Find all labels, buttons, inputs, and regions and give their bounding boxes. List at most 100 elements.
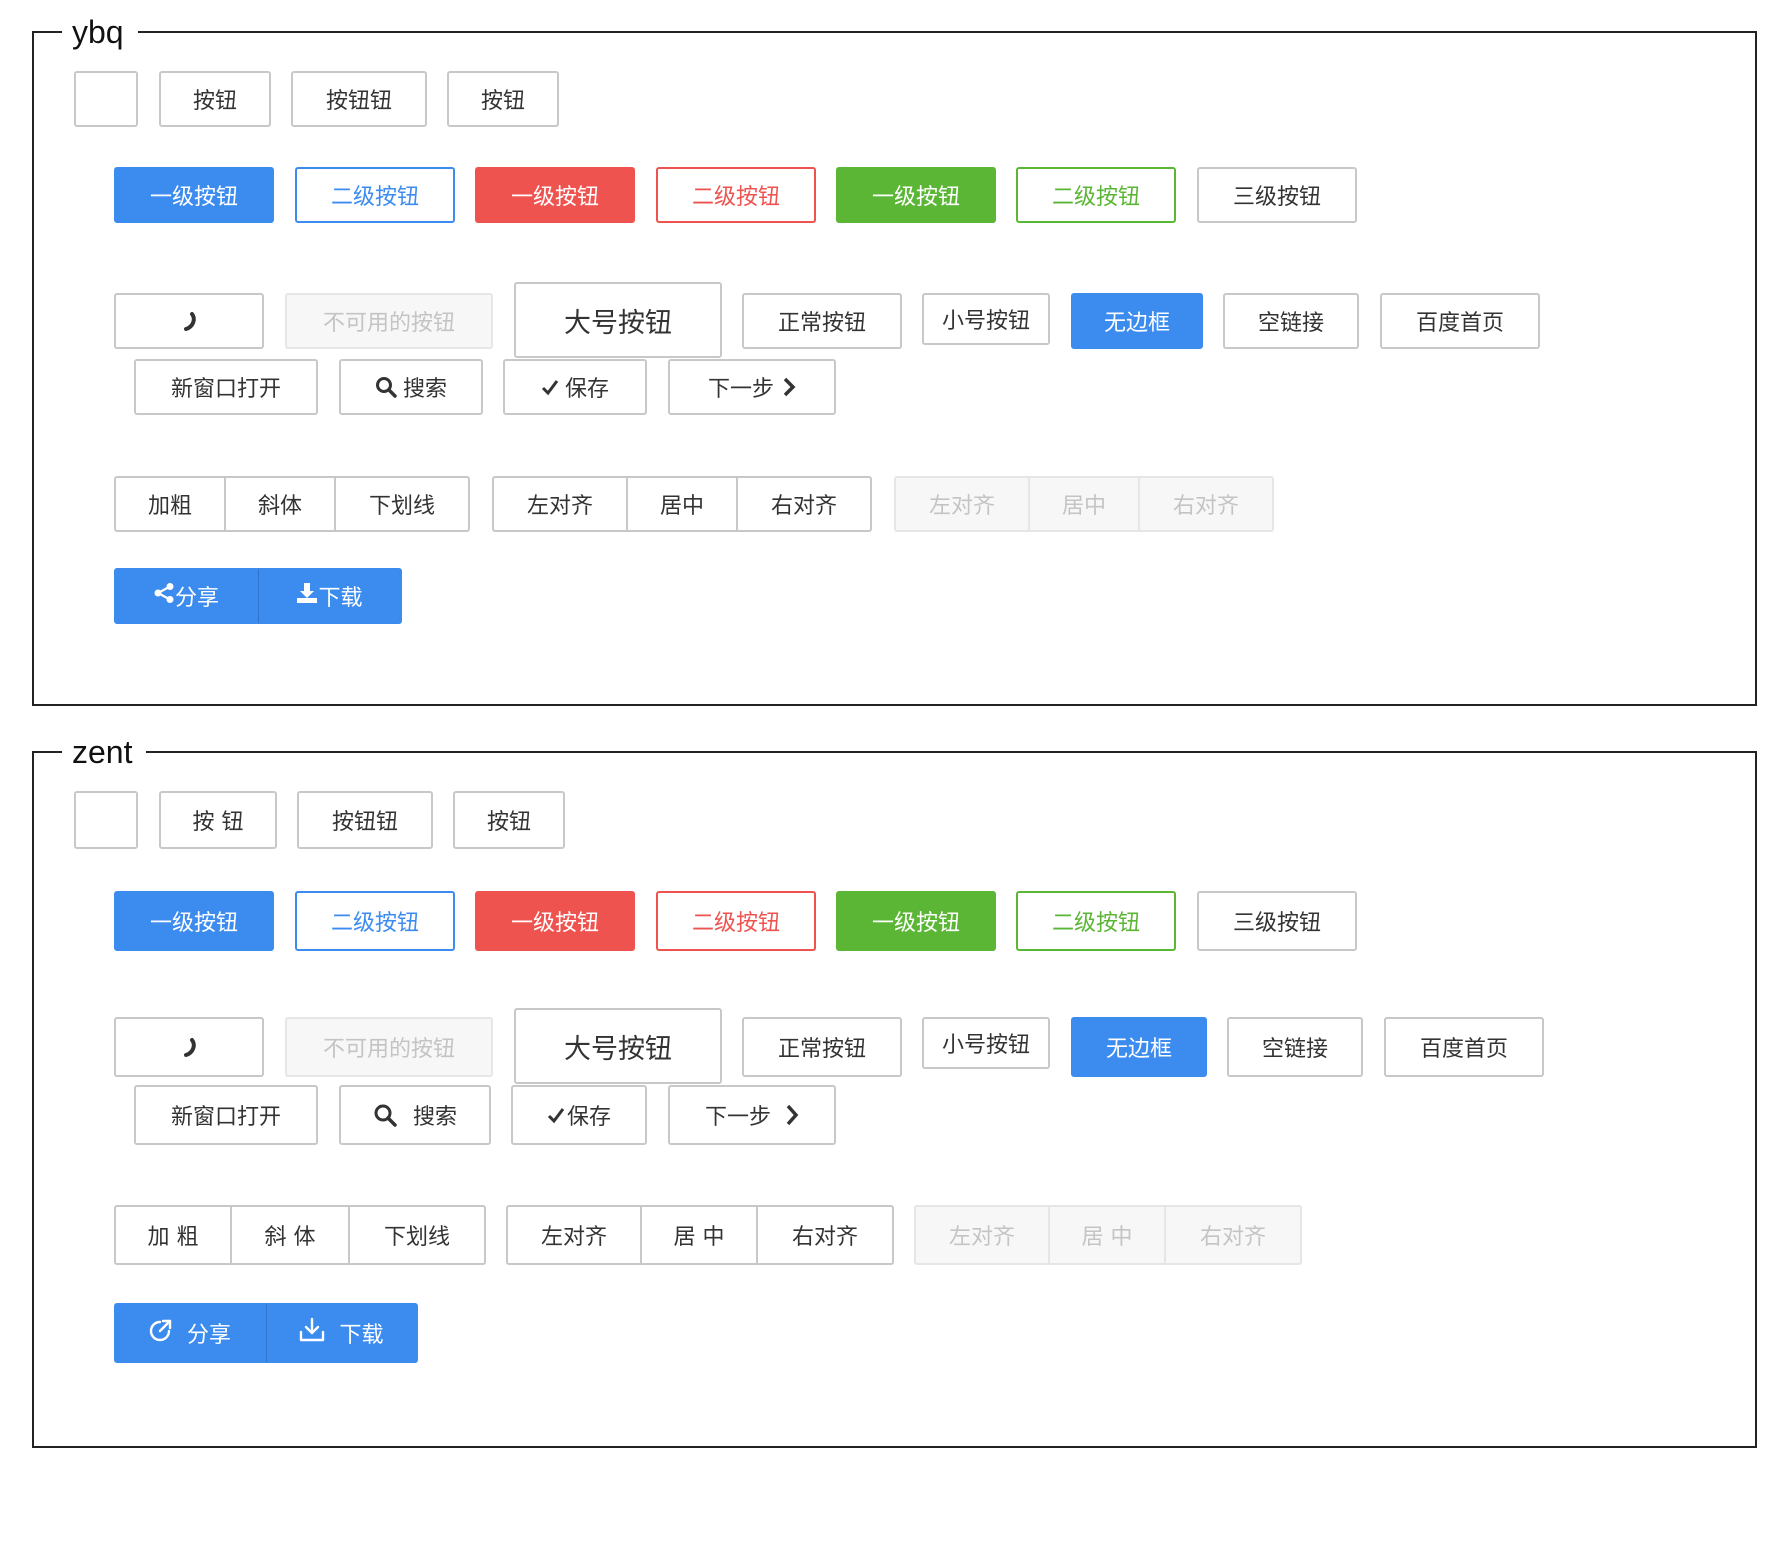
borderless-button[interactable]: 无边框 — [1071, 293, 1203, 349]
search-label: 搜索 — [412, 1105, 457, 1130]
save-button[interactable]: 保存 — [503, 359, 647, 415]
button-basic-2[interactable]: 按钮 — [447, 71, 559, 127]
download-icon — [296, 582, 318, 610]
external-share-icon — [149, 1318, 173, 1348]
save-label: 保存 — [564, 377, 609, 402]
search-button[interactable]: 搜索 — [339, 1085, 491, 1145]
primary-red-button[interactable]: 一级按钮 — [475, 167, 635, 223]
share-download-group: 分享 下载 — [114, 568, 402, 624]
empty-button[interactable] — [74, 71, 138, 127]
align-right-button-disabled[interactable]: 右对齐 — [1140, 476, 1274, 532]
secondary-green-button[interactable]: 二级按钮 — [1016, 167, 1176, 223]
spinner-icon — [179, 310, 199, 332]
tertiary-button[interactable]: 三级按钮 — [1197, 891, 1357, 951]
next-step-button[interactable]: 下一步 — [668, 359, 836, 415]
baidu-home-button[interactable]: 百度首页 — [1380, 293, 1540, 349]
align-right-button[interactable]: 右对齐 — [738, 476, 872, 532]
share-button[interactable]: 分享 — [114, 1303, 266, 1363]
align-button-group-disabled: 左对齐 居 中 右对齐 — [914, 1205, 1302, 1265]
primary-green-button[interactable]: 一级按钮 — [836, 167, 996, 223]
check-icon — [547, 1106, 565, 1124]
button-basic-2[interactable]: 按钮 — [453, 791, 565, 849]
chevron-right-icon — [785, 1104, 799, 1126]
download-button[interactable]: 下载 — [258, 568, 402, 624]
button-basic[interactable]: 按 钮 — [159, 791, 277, 849]
align-center-button[interactable]: 居 中 — [642, 1205, 758, 1265]
save-button[interactable]: 保存 — [511, 1085, 647, 1145]
secondary-red-button[interactable]: 二级按钮 — [656, 891, 816, 951]
secondary-blue-button[interactable]: 二级按钮 — [295, 167, 455, 223]
small-button[interactable]: 小号按钮 — [922, 1017, 1050, 1069]
download-tray-icon — [299, 1317, 325, 1349]
chevron-right-icon — [782, 377, 796, 397]
underline-button[interactable]: 下划线 — [350, 1205, 486, 1265]
borderless-button[interactable]: 无边框 — [1071, 1017, 1207, 1077]
small-button[interactable]: 小号按钮 — [922, 293, 1050, 345]
secondary-red-button[interactable]: 二级按钮 — [656, 167, 816, 223]
empty-link-button[interactable]: 空链接 — [1227, 1017, 1363, 1077]
secondary-blue-button[interactable]: 二级按钮 — [295, 891, 455, 951]
section-title: zent — [72, 734, 133, 770]
normal-button[interactable]: 正常按钮 — [742, 293, 902, 349]
download-button[interactable]: 下载 — [266, 1303, 418, 1363]
spinner-icon — [179, 1036, 199, 1058]
align-center-button[interactable]: 居中 — [628, 476, 738, 532]
empty-link-button[interactable]: 空链接 — [1223, 293, 1359, 349]
primary-red-button[interactable]: 一级按钮 — [475, 891, 635, 951]
next-label: 下一步 — [707, 377, 774, 402]
align-right-button[interactable]: 右对齐 — [758, 1205, 894, 1265]
share-download-group: 分享 下载 — [114, 1303, 418, 1363]
align-left-button[interactable]: 左对齐 — [506, 1205, 642, 1265]
button-basic-long[interactable]: 按钮钮 — [297, 791, 433, 849]
next-step-button[interactable]: 下一步 — [668, 1085, 836, 1145]
align-center-button-disabled[interactable]: 居中 — [1030, 476, 1140, 532]
empty-button[interactable] — [74, 791, 138, 849]
share-icon — [153, 582, 175, 610]
ybq-buttons: 按钮 按钮钮 按钮 一级按钮 二级按钮 一级按钮 二级按钮 一级按钮 二级按钮 … — [0, 0, 1782, 720]
primary-blue-button[interactable]: 一级按钮 — [114, 891, 274, 951]
search-button[interactable]: 搜索 — [339, 359, 483, 415]
align-button-group-disabled: 左对齐 居中 右对齐 — [894, 476, 1274, 532]
align-button-group: 左对齐 居中 右对齐 — [492, 476, 872, 532]
baidu-home-button[interactable]: 百度首页 — [1384, 1017, 1544, 1077]
search-label: 搜索 — [402, 377, 447, 402]
large-button[interactable]: 大号按钮 — [514, 282, 722, 358]
underline-button[interactable]: 下划线 — [336, 476, 470, 532]
tertiary-button[interactable]: 三级按钮 — [1197, 167, 1357, 223]
bold-button[interactable]: 加 粗 — [114, 1205, 232, 1265]
italic-button[interactable]: 斜 体 — [232, 1205, 350, 1265]
bold-button[interactable]: 加粗 — [114, 476, 226, 532]
loading-button[interactable] — [114, 293, 264, 349]
align-left-button-disabled[interactable]: 左对齐 — [914, 1205, 1050, 1265]
disabled-button[interactable]: 不可用的按钮 — [285, 293, 493, 349]
new-window-button[interactable]: 新窗口打开 — [134, 359, 318, 415]
search-icon — [373, 1103, 397, 1127]
button-basic[interactable]: 按钮 — [159, 71, 271, 127]
secondary-green-button[interactable]: 二级按钮 — [1016, 891, 1176, 951]
button-basic-long[interactable]: 按钮钮 — [291, 71, 427, 127]
normal-button[interactable]: 正常按钮 — [742, 1017, 902, 1077]
align-button-group: 左对齐 居 中 右对齐 — [506, 1205, 894, 1265]
primary-green-button[interactable]: 一级按钮 — [836, 891, 996, 951]
align-left-button[interactable]: 左对齐 — [492, 476, 628, 532]
align-left-button-disabled[interactable]: 左对齐 — [894, 476, 1030, 532]
save-label: 保存 — [566, 1105, 611, 1130]
download-label: 下载 — [339, 1323, 384, 1348]
italic-button[interactable]: 斜体 — [226, 476, 336, 532]
align-center-button-disabled[interactable]: 居 中 — [1050, 1205, 1166, 1265]
align-right-button-disabled[interactable]: 右对齐 — [1166, 1205, 1302, 1265]
check-icon — [541, 378, 559, 396]
search-icon — [375, 376, 397, 398]
large-button[interactable]: 大号按钮 — [514, 1008, 722, 1084]
disabled-button[interactable]: 不可用的按钮 — [285, 1017, 493, 1077]
new-window-button[interactable]: 新窗口打开 — [134, 1085, 318, 1145]
text-style-button-group: 加 粗 斜 体 下划线 — [114, 1205, 486, 1265]
share-label: 分享 — [174, 586, 219, 611]
download-label: 下载 — [318, 586, 363, 611]
next-label: 下一步 — [704, 1105, 771, 1130]
share-label: 分享 — [186, 1323, 231, 1348]
share-button[interactable]: 分享 — [114, 568, 258, 624]
text-style-button-group: 加粗 斜体 下划线 — [114, 476, 470, 532]
loading-button[interactable] — [114, 1017, 264, 1077]
primary-blue-button[interactable]: 一级按钮 — [114, 167, 274, 223]
